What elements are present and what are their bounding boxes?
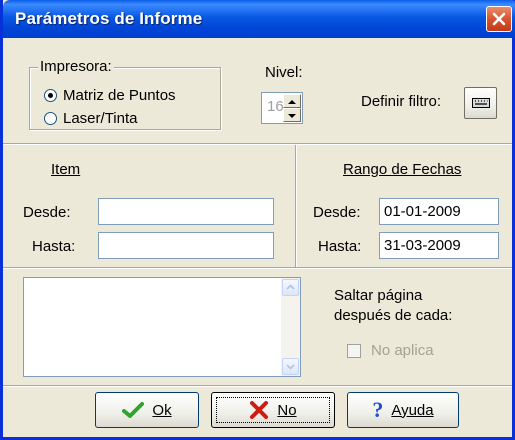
close-icon — [492, 12, 506, 26]
no-aplica-checkbox[interactable] — [347, 344, 361, 358]
no-aplica-label: No aplica — [371, 342, 434, 359]
vertical-scrollbar[interactable] — [281, 278, 300, 376]
item-header: Item — [51, 161, 81, 178]
radio-label: Matriz de Puntos — [63, 87, 176, 104]
list-box[interactable] — [23, 277, 301, 377]
level-value: 16 — [267, 98, 284, 115]
printer-group-label: Impresora: — [38, 58, 114, 75]
spin-down-button[interactable] — [283, 108, 301, 122]
question-icon: ? — [372, 397, 384, 422]
checkmark-icon — [122, 402, 145, 418]
date-from-input[interactable] — [379, 198, 499, 225]
x-icon — [250, 401, 269, 419]
divider — [3, 385, 512, 387]
page-break-label-2: después de cada: — [334, 307, 453, 324]
scroll-down-button[interactable] — [282, 358, 299, 375]
no-button[interactable]: No — [211, 392, 335, 428]
ok-label: Ok — [152, 401, 172, 419]
close-button[interactable] — [486, 6, 512, 32]
spin-up-button[interactable] — [283, 94, 301, 108]
ok-button[interactable]: Ok — [95, 392, 199, 428]
radio-button-checked[interactable] — [44, 89, 57, 102]
divider-vertical — [295, 145, 297, 267]
chevron-down-icon — [286, 364, 295, 370]
item-to-label: Hasta: — [32, 238, 76, 255]
window-title: Parámetros de Informe — [15, 9, 203, 28]
help-button[interactable]: ? Ayuda — [347, 392, 459, 428]
divider — [3, 143, 512, 145]
define-filter-button[interactable] — [464, 87, 497, 119]
arrow-down-icon — [288, 114, 296, 118]
date-to-label: Hasta: — [318, 238, 362, 255]
divider — [3, 267, 512, 269]
scroll-up-button[interactable] — [282, 279, 299, 296]
no-label: No — [277, 401, 297, 419]
dialog-window: Parámetros de Informe Impresora: Matriz … — [0, 0, 515, 440]
keyboard-icon — [471, 98, 490, 108]
help-label: Ayuda — [391, 401, 434, 419]
radio-matriz-de-puntos[interactable]: Matriz de Puntos — [44, 87, 176, 104]
chevron-up-icon — [286, 284, 295, 290]
radio-laser-tinta[interactable]: Laser/Tinta — [44, 110, 137, 127]
level-spinner[interactable]: 16 — [261, 92, 303, 124]
radio-button[interactable] — [44, 112, 57, 125]
item-to-input[interactable] — [98, 232, 274, 259]
level-label: Nivel: — [265, 64, 303, 81]
page-break-label-1: Saltar página — [334, 287, 423, 304]
item-from-label: Desde: — [23, 204, 71, 221]
date-to-input[interactable] — [379, 232, 499, 259]
title-bar[interactable]: Parámetros de Informe — [3, 0, 515, 38]
filter-label: Definir filtro: — [361, 93, 442, 110]
date-range-header: Rango de Fechas — [343, 161, 462, 178]
radio-label: Laser/Tinta — [63, 110, 138, 127]
item-from-input[interactable] — [98, 198, 274, 225]
date-from-label: Desde: — [313, 204, 361, 221]
arrow-up-icon — [288, 100, 296, 104]
